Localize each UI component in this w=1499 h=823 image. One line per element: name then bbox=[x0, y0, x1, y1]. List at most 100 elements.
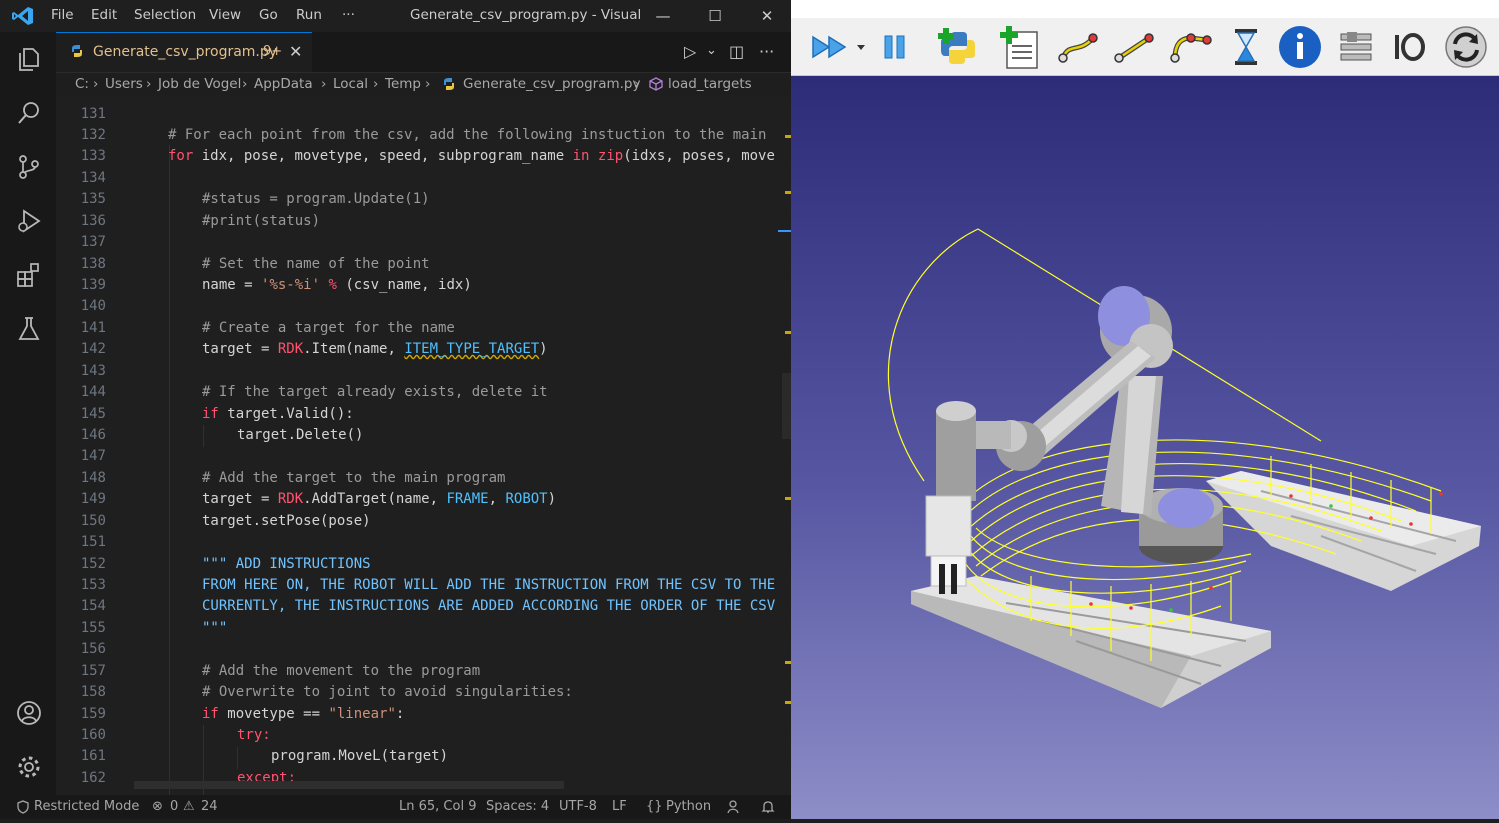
error-count[interactable]: 0 bbox=[170, 799, 178, 814]
line-number: 156 bbox=[80, 641, 106, 657]
robodk-top-strip bbox=[791, 0, 1499, 18]
code-line-138: # Set the name of the point bbox=[202, 256, 430, 272]
maximize-button[interactable]: ☐ bbox=[700, 4, 730, 28]
breadcrumb-temp[interactable]: Temp bbox=[385, 76, 421, 92]
menu-go[interactable]: Go bbox=[259, 7, 278, 23]
notifications-bell-icon[interactable] bbox=[760, 799, 776, 815]
close-window-button[interactable]: ✕ bbox=[752, 4, 782, 28]
line-number: 131 bbox=[80, 106, 106, 122]
status-bar: Restricted Mode ⊗ 0 ⚠ 24 Ln 65, Col 9 Sp… bbox=[0, 795, 791, 819]
code-line-145: if target.Valid(): bbox=[202, 406, 354, 422]
pause-icon[interactable] bbox=[875, 24, 921, 70]
language-mode[interactable]: Python bbox=[666, 799, 711, 814]
warning-count[interactable]: 24 bbox=[201, 799, 218, 814]
code-line-157: # Add the movement to the program bbox=[202, 663, 481, 679]
breadcrumb-local[interactable]: Local bbox=[333, 76, 368, 92]
shield-icon bbox=[17, 800, 29, 814]
title-bar: File Edit Selection View Go Run ··· Gene… bbox=[0, 0, 791, 32]
warning-icon: ⚠ bbox=[183, 799, 195, 814]
3d-scene-viewport[interactable] bbox=[791, 76, 1499, 819]
tab-generate-csv-program[interactable]: Generate_csv_program.py 9+ ✕ bbox=[56, 32, 312, 72]
menu-more[interactable]: ··· bbox=[342, 7, 355, 23]
split-editor-button[interactable]: ◫ bbox=[729, 42, 744, 61]
menu-view[interactable]: View bbox=[209, 7, 241, 23]
activity-bar bbox=[0, 32, 57, 795]
menu-run[interactable]: Run bbox=[296, 7, 322, 23]
menu-file[interactable]: File bbox=[51, 7, 74, 23]
line-number: 160 bbox=[80, 727, 106, 743]
line-number: 153 bbox=[80, 577, 106, 593]
right-table bbox=[1206, 471, 1481, 591]
move-linear-icon[interactable] bbox=[1111, 24, 1157, 70]
menu-selection[interactable]: Selection bbox=[134, 7, 196, 23]
line-number: 138 bbox=[80, 256, 106, 272]
menu-edit[interactable]: Edit bbox=[91, 7, 117, 23]
more-actions-button[interactable]: ··· bbox=[759, 42, 774, 61]
program-call-icon[interactable] bbox=[1333, 24, 1379, 70]
close-tab-button[interactable]: ✕ bbox=[289, 42, 302, 61]
feedback-icon[interactable] bbox=[727, 799, 743, 815]
line-number: 137 bbox=[80, 234, 106, 250]
run-file-button[interactable]: ▷ bbox=[684, 42, 696, 61]
show-message-icon[interactable] bbox=[1277, 24, 1323, 70]
dropdown-arrow-icon[interactable] bbox=[853, 24, 869, 70]
run-debug-icon[interactable] bbox=[14, 206, 44, 236]
search-icon[interactable] bbox=[14, 98, 44, 128]
line-number: 132 bbox=[80, 127, 106, 143]
breadcrumb-users[interactable]: Users bbox=[105, 76, 143, 92]
breadcrumb-user[interactable]: Job de Vogel bbox=[158, 76, 241, 92]
line-number: 150 bbox=[80, 513, 106, 529]
pause-instruction-icon[interactable] bbox=[1223, 24, 1269, 70]
vscode-window: File Edit Selection View Go Run ··· Gene… bbox=[0, 0, 791, 819]
settings-gear-icon[interactable] bbox=[14, 752, 44, 782]
breadcrumb-symbol[interactable]: load_targets bbox=[668, 76, 752, 92]
line-number: 134 bbox=[80, 170, 106, 186]
python-file-icon bbox=[444, 78, 454, 90]
add-program-icon[interactable] bbox=[997, 24, 1043, 70]
set-digital-output-icon[interactable] bbox=[1387, 24, 1433, 70]
minimize-button[interactable]: — bbox=[648, 4, 678, 28]
refresh-icon[interactable] bbox=[1443, 24, 1489, 70]
run-program-icon[interactable] bbox=[809, 24, 855, 70]
breadcrumb-file[interactable]: Generate_csv_program.py bbox=[463, 76, 640, 92]
encoding[interactable]: UTF-8 bbox=[559, 799, 597, 814]
indentation[interactable]: Spaces: 4 bbox=[486, 799, 549, 814]
move-joint-icon[interactable] bbox=[1055, 24, 1101, 70]
explorer-icon[interactable] bbox=[14, 44, 44, 74]
code-line-144: # If the target already exists, delete i… bbox=[202, 384, 548, 400]
python-program-icon[interactable] bbox=[935, 24, 981, 70]
code-line-152: """ ADD INSTRUCTIONS bbox=[202, 556, 371, 572]
code-line-135: #status = program.Update(1) bbox=[202, 191, 430, 207]
robot-cell-3d-view bbox=[888, 228, 1481, 708]
line-number: 136 bbox=[80, 213, 106, 229]
code-line-139: name = '%s-%i' % (csv_name, idx) bbox=[202, 277, 472, 293]
scrollbar-thumb[interactable] bbox=[782, 373, 791, 439]
horizontal-scrollbar[interactable] bbox=[134, 781, 564, 789]
restricted-mode-label[interactable]: Restricted Mode bbox=[34, 799, 139, 814]
cursor-position[interactable]: Ln 65, Col 9 bbox=[399, 799, 476, 814]
line-number: 149 bbox=[80, 491, 106, 507]
run-dropdown-icon[interactable]: ⌄ bbox=[706, 43, 717, 58]
end-of-line[interactable]: LF bbox=[612, 799, 627, 814]
code-line-146: target.Delete() bbox=[237, 427, 364, 443]
extensions-icon[interactable] bbox=[14, 260, 44, 290]
code-line-155: """ bbox=[202, 620, 228, 636]
breadcrumb: C: › Users › Job de Vogel › AppData › Lo… bbox=[56, 73, 791, 95]
robodk-toolbar bbox=[791, 18, 1499, 76]
account-icon[interactable] bbox=[14, 698, 44, 728]
source-control-icon[interactable] bbox=[14, 152, 44, 182]
indent-guide bbox=[203, 425, 204, 447]
front-table bbox=[911, 576, 1271, 708]
breadcrumb-drive[interactable]: C: bbox=[75, 76, 89, 92]
move-circular-icon[interactable] bbox=[1167, 24, 1213, 70]
testing-icon[interactable] bbox=[14, 314, 44, 344]
code-line-136: #print(status) bbox=[202, 213, 321, 229]
indent-guide bbox=[237, 747, 238, 769]
robodk-window bbox=[791, 0, 1499, 819]
line-number: 145 bbox=[80, 406, 106, 422]
line-number: 140 bbox=[80, 298, 106, 314]
breadcrumb-appdata[interactable]: AppData bbox=[254, 76, 313, 92]
code-editor[interactable]: 131 132 133 134 135 136 137 138 139 140 … bbox=[56, 95, 791, 795]
problems-badge: 9+ bbox=[263, 44, 283, 59]
line-number: 148 bbox=[80, 470, 106, 486]
